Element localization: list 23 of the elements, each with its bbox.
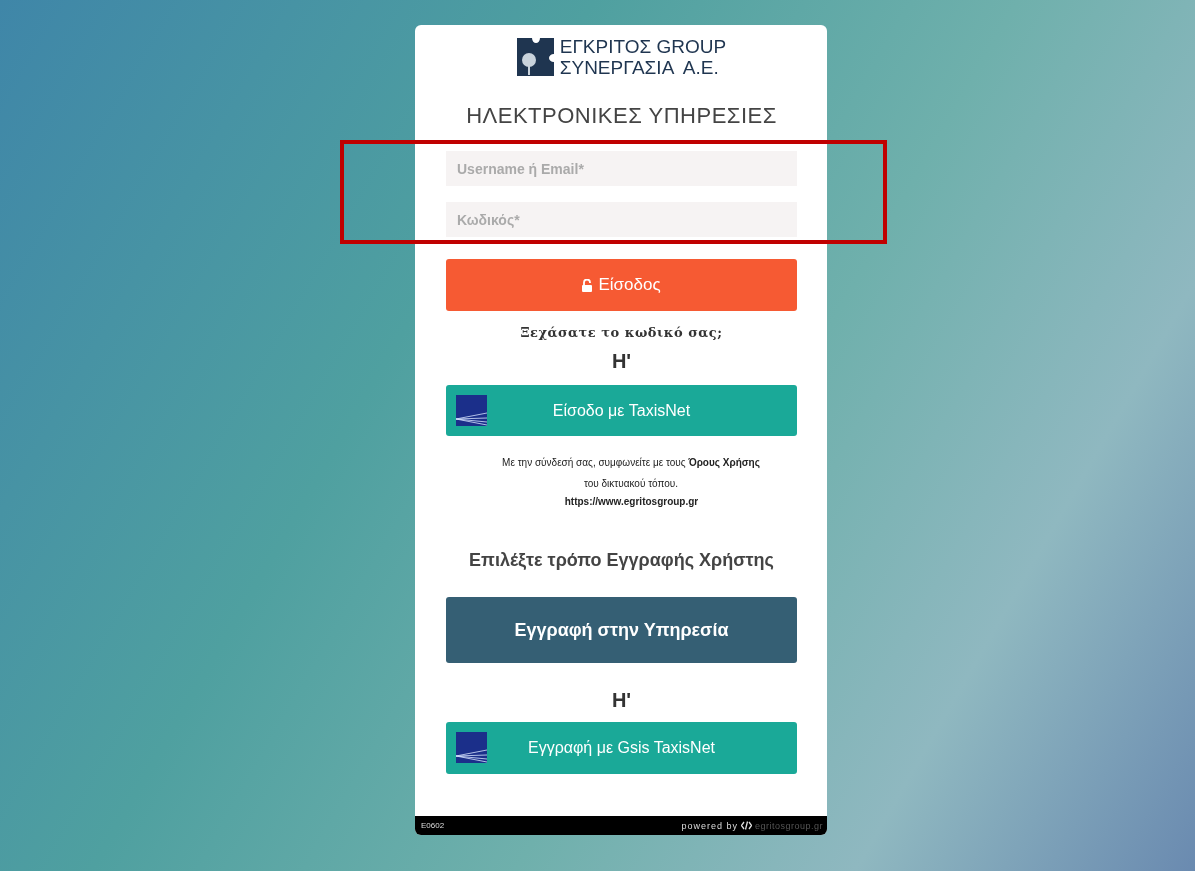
gsis-register-button[interactable]: Εγγραφή με Gsis TaxisNet	[446, 722, 797, 774]
website-link[interactable]: https://www.egritosgroup.gr	[466, 494, 797, 510]
or-separator: Η'	[610, 689, 633, 712]
taxisnet-logo-icon	[456, 395, 487, 426]
footer-link[interactable]: egritosgroup.gr	[754, 820, 823, 831]
terms-text: Με την σύνδεσή σας, συμφωνείτε με τους Όρους Χρήσης του δικτυακού τόπου.	[502, 456, 760, 491]
or-separator: Η'	[610, 350, 633, 373]
logo-text: ΣΥΝΕΡΓΑΣΙΑ Α.Ε.	[559, 57, 720, 78]
code-brackets-icon	[740, 821, 752, 830]
taxisnet-login-button[interactable]: Είσοδο με TaxisNet	[446, 385, 797, 436]
register-heading: Επιλέξτε τρόπο Εγγραφής Χρήστης	[468, 550, 775, 571]
footer-code: E0602	[421, 821, 445, 830]
forgot-password-link[interactable]: Ξεχάσατε το κωδικό σας;	[446, 325, 797, 340]
login-button[interactable]: Είσοδος	[446, 259, 797, 311]
password-field[interactable]: Κωδικός*	[446, 202, 797, 237]
puzzle-tree-logo-icon	[516, 38, 554, 76]
powered-by-text: powered by	[681, 820, 738, 831]
username-field[interactable]: Username ή Email*	[446, 151, 797, 186]
logo-text: ΕΓΚΡΙΤΟΣ GROUP	[559, 36, 727, 57]
page-title: ΗΛΕΚΤΡΟΝΙΚΕΣ ΥΠΗΡΕΣΙΕΣ	[465, 103, 778, 129]
taxisnet-logo-icon	[456, 732, 487, 763]
lock-icon	[582, 278, 593, 292]
register-button[interactable]: Εγγραφή στην Υπηρεσία	[446, 597, 797, 663]
